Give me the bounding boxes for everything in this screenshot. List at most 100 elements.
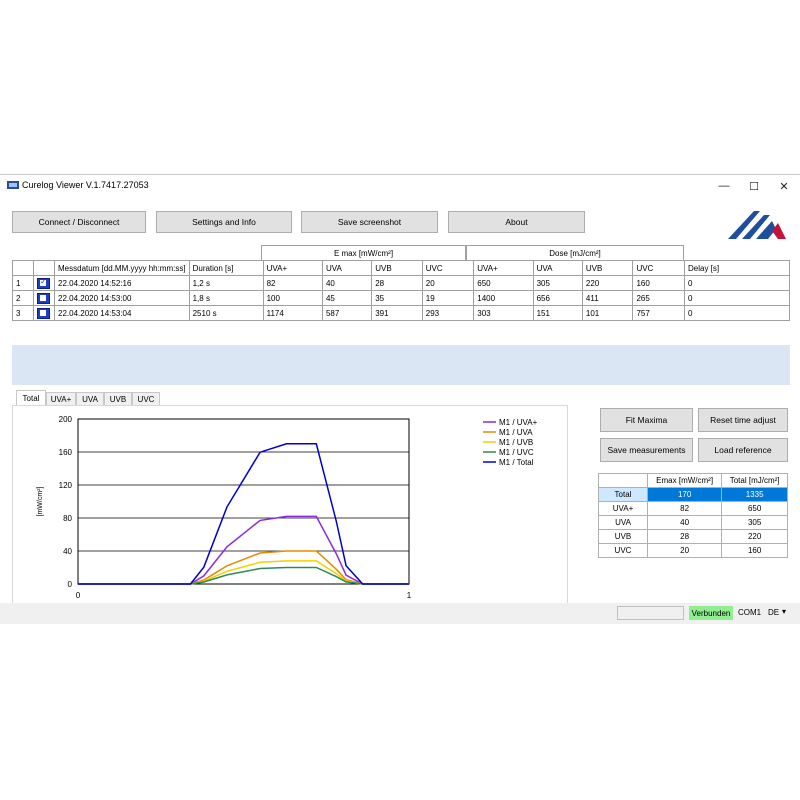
close-icon[interactable]: ✕ — [769, 175, 799, 197]
legend-entry: M1 / UVB — [499, 438, 533, 447]
y-tick-label: 0 — [68, 580, 73, 589]
cell-dose-uva[interactable]: 151 — [532, 305, 583, 321]
column-header-dose-uvb[interactable]: UVB — [581, 260, 634, 276]
cell-emax-uvap[interactable]: 82 — [262, 275, 323, 291]
table-row[interactable]: 1 22.04.2020 14:52:16 1,2 s 82 40 28 20 … — [12, 275, 790, 291]
cell-dose-uvb[interactable]: 220 — [581, 275, 634, 291]
connection-status-badge: Verbunden — [689, 606, 733, 620]
summary-emax[interactable]: 28 — [646, 529, 723, 544]
cell-duration[interactable]: 2510 s — [188, 305, 264, 321]
title-bar[interactable]: Curelog Viewer V.1.7417.27053 — ☐ ✕ — [0, 175, 800, 197]
about-button[interactable]: About — [448, 211, 585, 233]
cell-emax-uvc[interactable]: 19 — [421, 290, 475, 306]
summary-emax[interactable]: 20 — [646, 543, 723, 558]
cell-duration[interactable]: 1,8 s — [188, 290, 264, 306]
minimize-icon[interactable]: — — [709, 175, 739, 197]
settings-button[interactable]: Settings and Info — [156, 211, 292, 233]
summary-row[interactable]: UVB 28 220 — [598, 529, 788, 544]
row-checkbox[interactable] — [33, 275, 55, 291]
cell-emax-uvc[interactable]: 293 — [421, 305, 475, 321]
row-checkbox[interactable] — [33, 305, 55, 321]
summary-total[interactable]: 1335 — [721, 487, 788, 502]
maximize-icon[interactable]: ☐ — [739, 175, 769, 197]
summary-row[interactable]: UVA 40 305 — [598, 515, 788, 530]
save-measurements-button[interactable]: Save measurements — [600, 438, 693, 462]
column-header-delay[interactable]: Delay [s] — [684, 260, 790, 276]
cell-date[interactable]: 22.04.2020 14:53:04 — [54, 305, 190, 321]
column-header-emax-uva[interactable]: UVA — [321, 260, 373, 276]
tab-uvc[interactable]: UVC — [132, 392, 160, 405]
table-row[interactable]: 3 22.04.2020 14:53:04 2510 s 1174 587 39… — [12, 305, 790, 321]
summary-row[interactable]: UVC 20 160 — [598, 543, 788, 558]
cell-dose-uva[interactable]: 656 — [532, 290, 583, 306]
summary-total[interactable]: 650 — [721, 501, 788, 516]
load-reference-button[interactable]: Load reference — [698, 438, 788, 462]
cell-emax-uvap[interactable]: 1174 — [262, 305, 323, 321]
column-header-emax-uvb[interactable]: UVB — [371, 260, 423, 276]
cell-delay[interactable]: 0 — [684, 290, 790, 306]
connect-button[interactable]: Connect / Disconnect — [12, 211, 146, 233]
summary-total[interactable]: 220 — [721, 529, 788, 544]
checkbox-checked-icon[interactable] — [37, 277, 50, 289]
summary-corner — [598, 473, 648, 488]
cell-dose-uvb[interactable]: 411 — [581, 290, 634, 306]
cell-emax-uvap[interactable]: 100 — [262, 290, 323, 306]
cell-emax-uva[interactable]: 587 — [321, 305, 373, 321]
summary-header-row: Emax [mW/cm²] Total [mJ/cm²] — [598, 473, 788, 488]
summary-row[interactable]: UVA+ 82 650 — [598, 501, 788, 516]
summary-total[interactable]: 160 — [721, 543, 788, 558]
column-header-emax-uvc[interactable]: UVC — [421, 260, 475, 276]
cell-date[interactable]: 22.04.2020 14:52:16 — [54, 275, 190, 291]
legend-entry: M1 / UVC — [499, 448, 534, 457]
summary-emax[interactable]: 82 — [646, 501, 723, 516]
column-header-dose-uvap[interactable]: UVA+ — [473, 260, 534, 276]
table-header-row: Messdatum [dd.MM.yyyy hh:mm:ss] Duration… — [12, 260, 790, 276]
summary-total[interactable]: 305 — [721, 515, 788, 530]
column-header-date[interactable]: Messdatum [dd.MM.yyyy hh:mm:ss] — [54, 260, 190, 276]
cell-delay[interactable]: 0 — [684, 275, 790, 291]
status-bar: Verbunden COM1 DE ▾ — [0, 603, 800, 624]
measurements-table: Messdatum [dd.MM.yyyy hh:mm:ss] Duration… — [12, 260, 790, 321]
column-header-dose-uvc[interactable]: UVC — [632, 260, 685, 276]
cell-dose-uvap[interactable]: 650 — [473, 275, 534, 291]
cell-emax-uvb[interactable]: 35 — [371, 290, 423, 306]
table-row[interactable]: 2 22.04.2020 14:53:00 1,8 s 100 45 35 19… — [12, 290, 790, 306]
cell-date[interactable]: 22.04.2020 14:53:00 — [54, 290, 190, 306]
cell-duration[interactable]: 1,2 s — [188, 275, 264, 291]
chevron-down-icon[interactable]: ▾ — [782, 607, 786, 616]
cell-emax-uvb[interactable]: 28 — [371, 275, 423, 291]
row-checkbox[interactable] — [33, 290, 55, 306]
cell-dose-uvap[interactable]: 303 — [473, 305, 534, 321]
summary-row[interactable]: Total 170 1335 — [598, 487, 788, 502]
fit-maxima-button[interactable]: Fit Maxima — [600, 408, 693, 432]
tab-total[interactable]: Total — [16, 390, 46, 405]
cell-dose-uva[interactable]: 305 — [532, 275, 583, 291]
cell-dose-uvc[interactable]: 265 — [632, 290, 685, 306]
column-header-dose-uva[interactable]: UVA — [532, 260, 583, 276]
cell-dose-uvc[interactable]: 160 — [632, 275, 685, 291]
cell-emax-uvc[interactable]: 20 — [421, 275, 475, 291]
language-selector[interactable]: DE — [768, 608, 779, 617]
emax-group-header: E max [mW/cm²] — [261, 245, 466, 260]
tab-uvap[interactable]: UVA+ — [46, 392, 76, 405]
cell-emax-uva[interactable]: 40 — [321, 275, 373, 291]
summary-label: UVB — [598, 529, 648, 544]
summary-table: Emax [mW/cm²] Total [mJ/cm²] Total 170 1… — [598, 473, 788, 558]
tab-uvb[interactable]: UVB — [104, 392, 132, 405]
column-header-duration[interactable]: Duration [s] — [188, 260, 264, 276]
reset-time-button[interactable]: Reset time adjust — [698, 408, 788, 432]
cell-delay[interactable]: 0 — [684, 305, 790, 321]
checkbox-unchecked-icon[interactable] — [37, 292, 50, 304]
summary-emax[interactable]: 170 — [646, 487, 723, 502]
checkbox-unchecked-icon[interactable] — [37, 307, 50, 319]
cell-emax-uvb[interactable]: 391 — [371, 305, 423, 321]
column-header-emax-uvap[interactable]: UVA+ — [262, 260, 323, 276]
cell-dose-uvb[interactable]: 101 — [581, 305, 634, 321]
tab-uva[interactable]: UVA — [76, 392, 104, 405]
cell-dose-uvc[interactable]: 757 — [632, 305, 685, 321]
screenshot-button[interactable]: Save screenshot — [301, 211, 438, 233]
cell-emax-uva[interactable]: 45 — [321, 290, 373, 306]
port-label: COM1 — [738, 608, 762, 617]
cell-dose-uvap[interactable]: 1400 — [473, 290, 534, 306]
summary-emax[interactable]: 40 — [646, 515, 723, 530]
